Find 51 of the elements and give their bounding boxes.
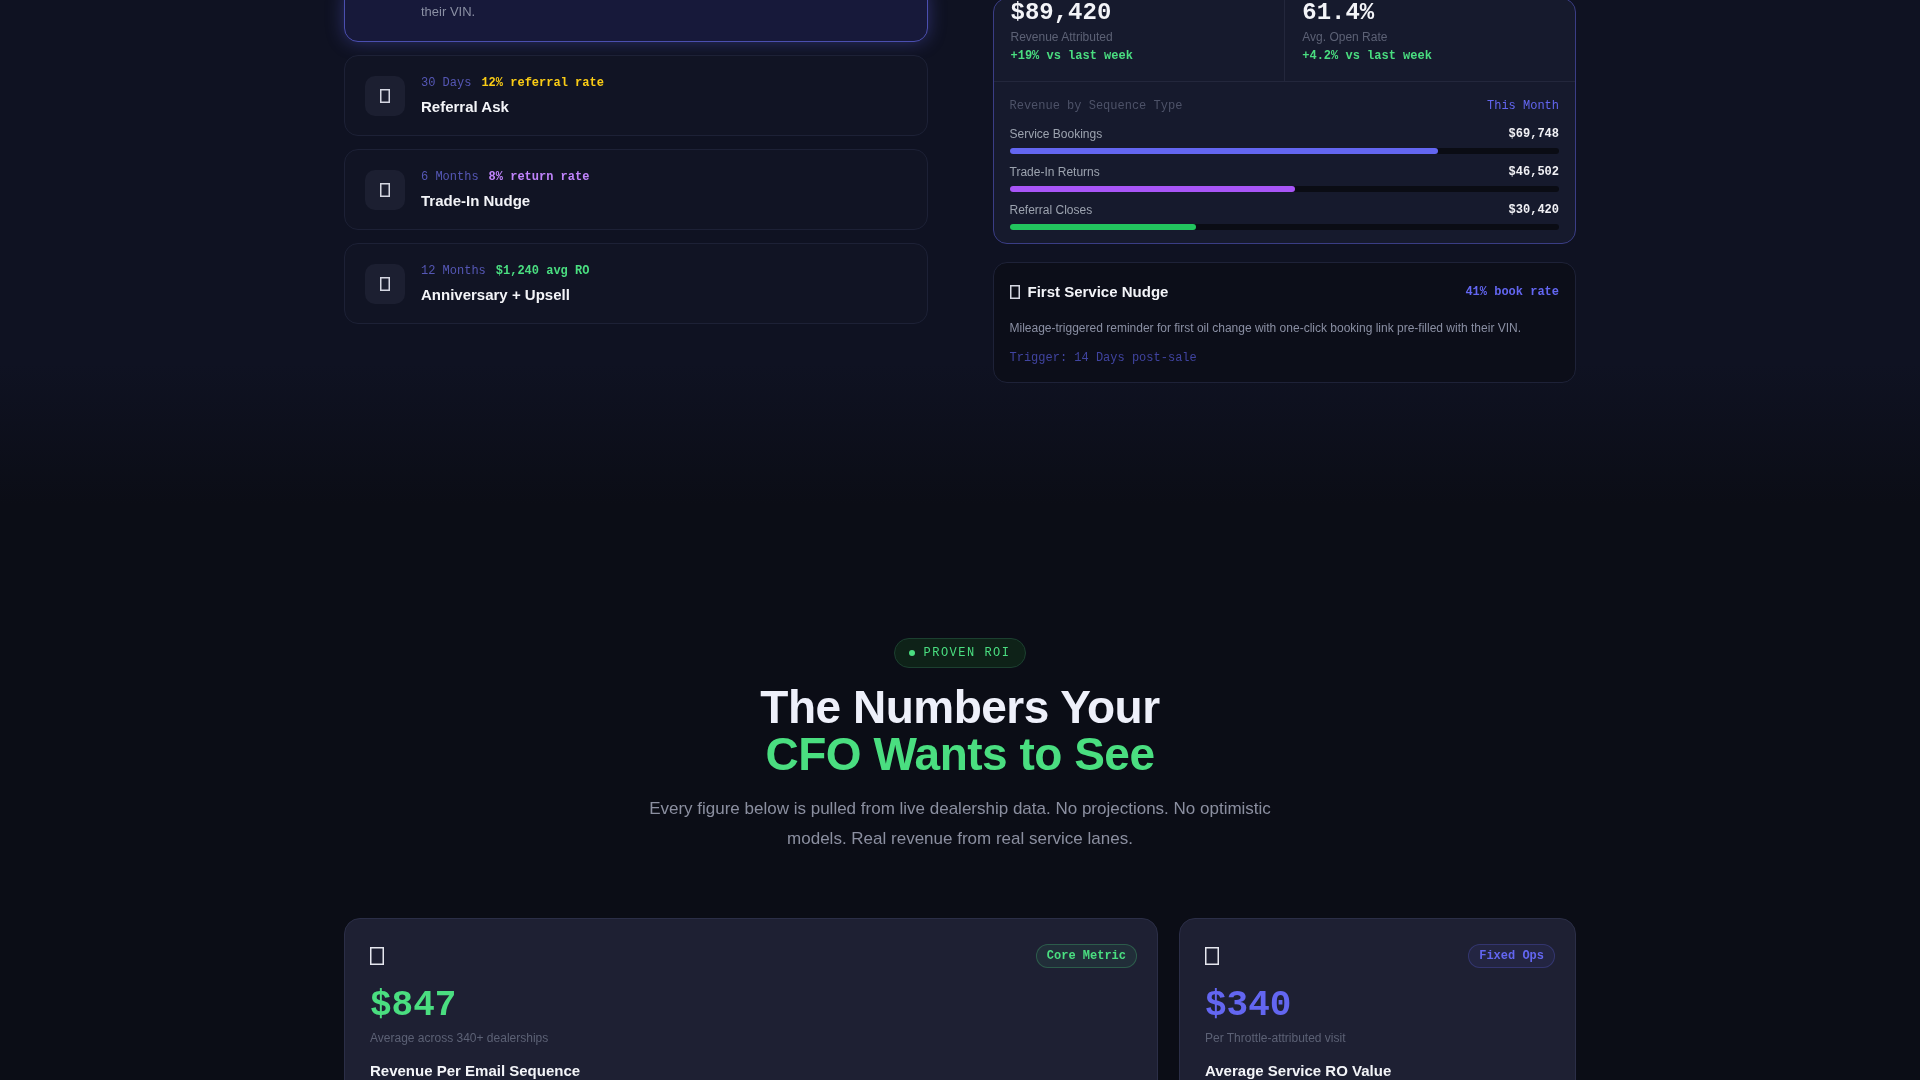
sequence-card[interactable]: 30 Days 12% referral rate Referral Ask xyxy=(344,55,928,136)
sequence-title: Referral Ask xyxy=(421,97,510,116)
metric-tag: Core Metric xyxy=(1035,944,1137,968)
rectangle-outline-icon xyxy=(1205,947,1219,965)
timing-label: 6 Months xyxy=(421,169,479,185)
sequence-card[interactable]: their VIN. xyxy=(344,0,928,42)
stat-label: Revenue Attributed xyxy=(1010,30,1114,44)
metric-note: Per Throttle-attributed visit xyxy=(1205,1030,1347,1046)
sequence-card[interactable]: 12 Months $1,240 avg RO Anniversary + Upsell xyxy=(344,243,928,324)
book-rate-label: 41% book rate xyxy=(1465,285,1559,299)
rectangle-outline-icon xyxy=(365,169,405,210)
rectangle-outline-icon xyxy=(365,263,405,304)
metric-label: 12% referral rate xyxy=(481,75,604,91)
nudge-description: Mileage-triggered reminder for first oil change with one-click booking link pre-filled with their VIN. xyxy=(1009,320,1523,336)
metric-value: $340 xyxy=(1205,986,1293,1026)
metric-note: Average across 340+ dealerships xyxy=(370,1030,550,1046)
bar-label: Service Bookings xyxy=(1009,126,1103,142)
section-subtitle: Every figure below is pulled from live dealership data. No projections. No optimistic models. Real revenue from real service lanes. xyxy=(648,798,1272,850)
rectangle-outline-icon xyxy=(365,75,405,116)
metric-tag: Fixed Ops xyxy=(1468,944,1555,968)
bar-label: Trade-In Returns xyxy=(1009,164,1100,180)
bar-amount: $46,502 xyxy=(1508,164,1559,180)
dot-icon xyxy=(909,650,916,656)
timing-label: 30 Days xyxy=(421,75,472,91)
sequence-title: Trade-In Nudge xyxy=(421,191,532,210)
trigger-label: Trigger: 14 Days post-sale xyxy=(1009,350,1198,366)
sequence-title: Anniversary + Upsell xyxy=(421,285,571,304)
metric-title: Average Service RO Value xyxy=(1205,1062,1393,1079)
rectangle-outline-icon xyxy=(1009,285,1020,299)
heading-highlight: CFO Wants to See xyxy=(764,731,1156,778)
stat-change: +4.2% vs last week xyxy=(1302,49,1433,63)
nudge-title: First Service Nudge xyxy=(1027,282,1169,302)
timing-label: 12 Months xyxy=(421,263,486,279)
rectangle-outline-icon xyxy=(370,947,384,965)
breakdown-title: Revenue by Sequence Type xyxy=(1009,98,1183,114)
section-heading: The Numbers Your xyxy=(759,684,1161,731)
metric-label: 8% return rate xyxy=(488,169,590,185)
stat-change: +19% vs last week xyxy=(1010,49,1134,63)
sequence-description: their VIN. xyxy=(421,4,477,20)
bar-amount: $69,748 xyxy=(1508,126,1559,142)
bar-label: Referral Closes xyxy=(1009,202,1093,218)
bar-amount: $30,420 xyxy=(1508,202,1559,218)
stat-value: $89,420 xyxy=(1010,0,1113,27)
badge-label: PROVEN ROI xyxy=(923,645,1011,661)
stat-value: 61.4% xyxy=(1302,0,1376,27)
sequence-card[interactable]: 6 Months 8% return rate Trade-In Nudge xyxy=(344,149,928,230)
metric-title: Revenue Per Email Sequence xyxy=(370,1062,582,1079)
stat-label: Avg. Open Rate xyxy=(1302,30,1389,44)
metric-label: $1,240 avg RO xyxy=(495,263,590,279)
metric-value: $847 xyxy=(370,986,458,1026)
period-label: This Month xyxy=(1487,98,1559,114)
